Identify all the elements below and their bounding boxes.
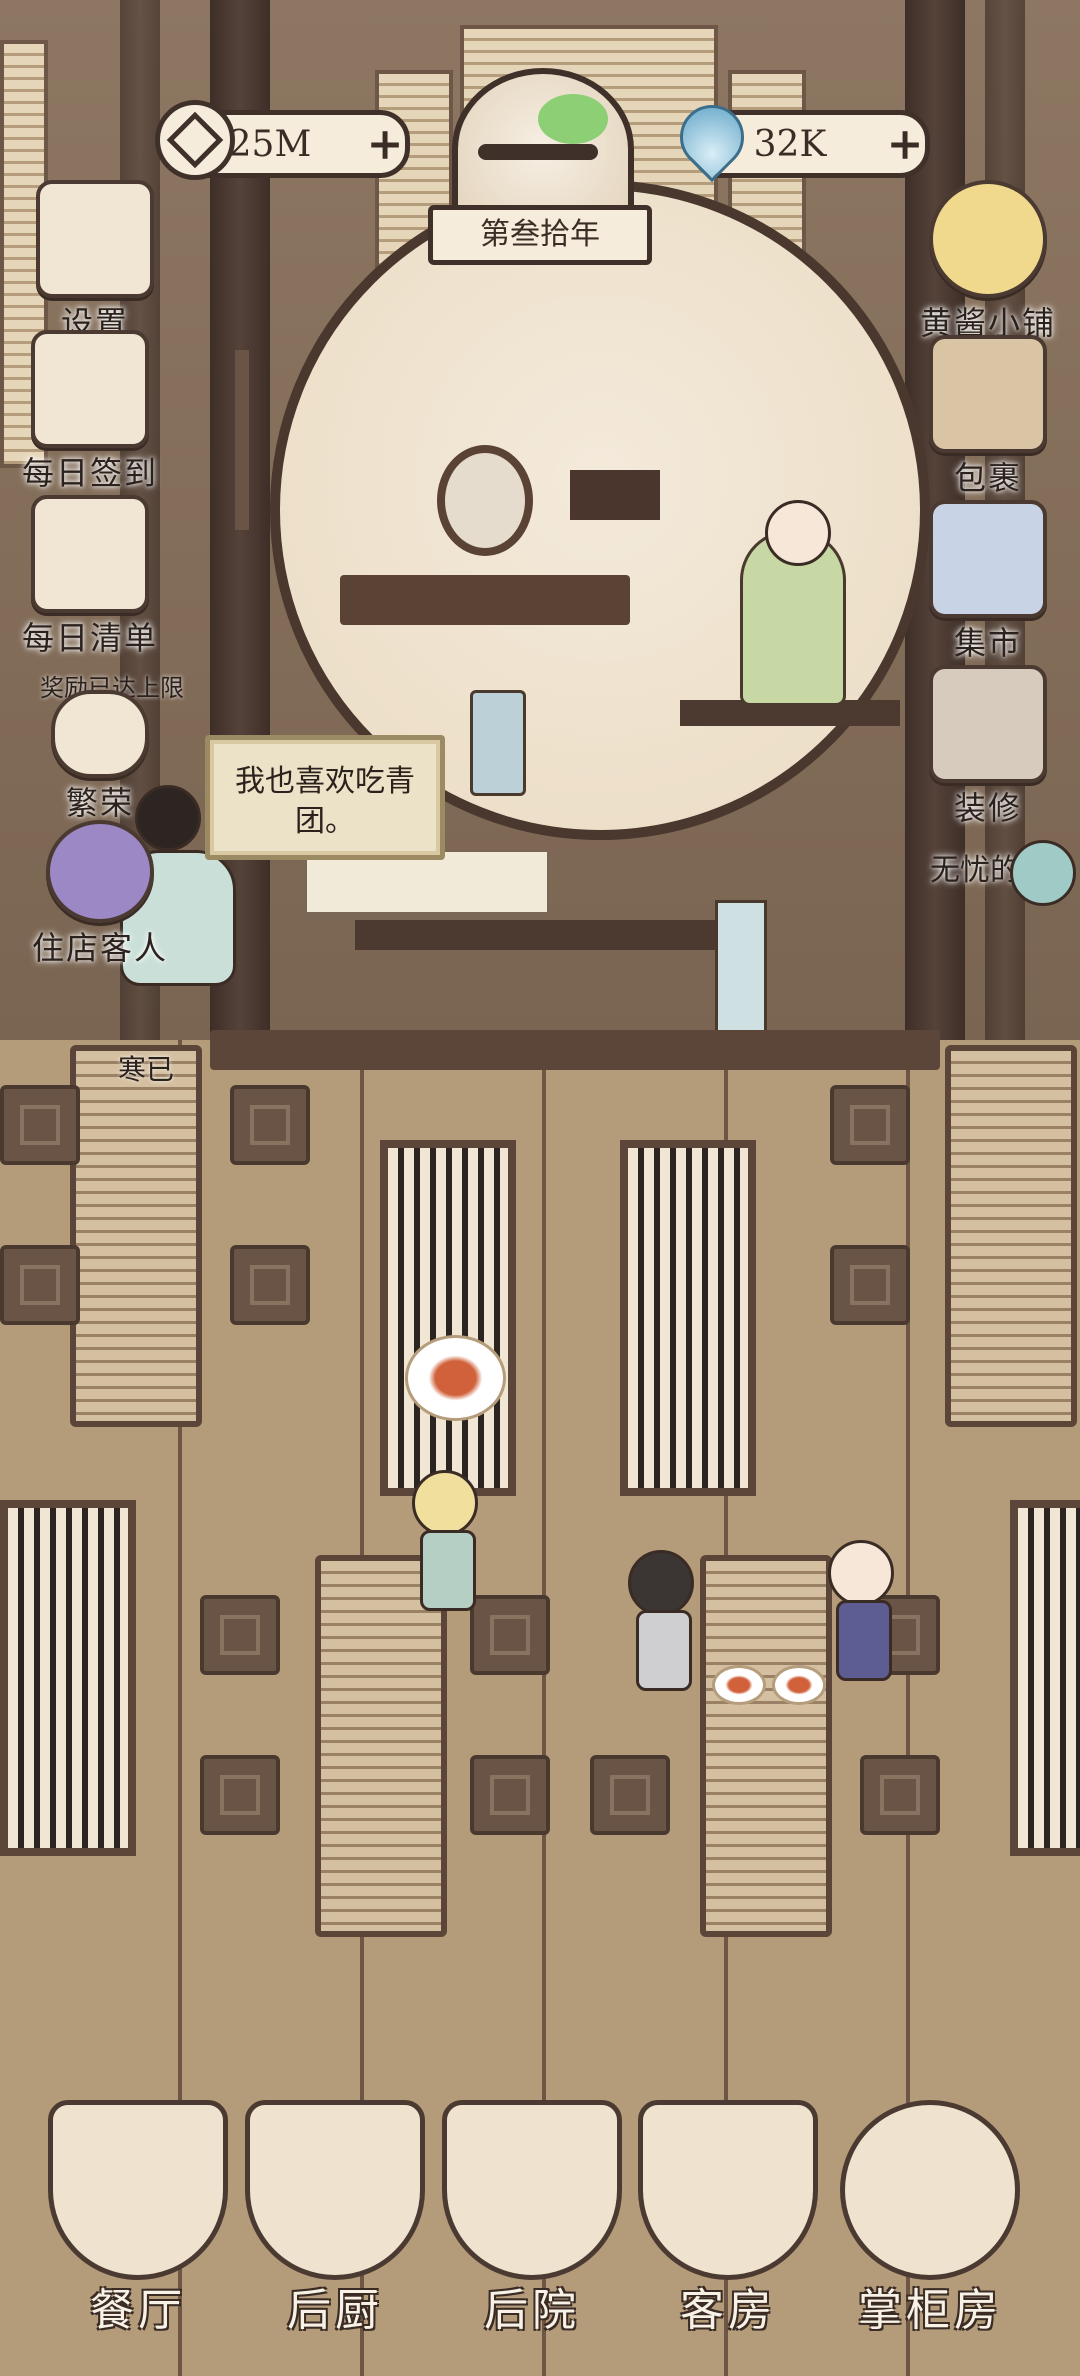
year-label[interactable]: 第叁拾年: [428, 205, 652, 265]
lattice-window-2: [620, 1140, 756, 1496]
menu-market[interactable]: 集市: [888, 500, 1080, 664]
customer-masked-body: [636, 1610, 692, 1691]
customer-grey-hat-head[interactable]: [828, 1540, 894, 1606]
bottom-nav: 餐厅 后厨 后院 客房 掌柜房: [0, 2090, 1080, 2376]
backyard-animals-icon: [442, 2100, 622, 2280]
stool[interactable]: [470, 1595, 550, 1675]
menu-renovate[interactable]: 装修: [888, 665, 1080, 829]
long-table-right-top[interactable]: [945, 1045, 1077, 1427]
daily-checkin-scroll-icon: [31, 330, 149, 448]
nav-restaurant[interactable]: 餐厅: [38, 2090, 238, 2376]
menu-label: 繁荣: [65, 784, 134, 822]
nav-manager-room[interactable]: 掌柜房: [830, 2090, 1030, 2376]
long-table-mid-right[interactable]: [700, 1555, 832, 1937]
menu-sauce-shop[interactable]: 黄酱小铺: [888, 180, 1080, 344]
stool[interactable]: [0, 1245, 80, 1325]
settings-cube-icon: [36, 180, 154, 298]
guest-name-tag: 寒已: [118, 1053, 175, 1086]
served-dish[interactable]: [405, 1335, 506, 1421]
stool[interactable]: [0, 1085, 80, 1165]
kitchen-crane-icon: [245, 2100, 425, 2280]
stool[interactable]: [590, 1755, 670, 1835]
speech-bubble[interactable]: 我也喜欢吃青团。: [205, 735, 445, 860]
menu-label: 集市: [953, 624, 1022, 662]
menu-label: 包裹: [953, 459, 1022, 497]
long-table-mid-left[interactable]: [315, 1555, 447, 1937]
customer-grey-hat-body: [836, 1600, 892, 1681]
guest-bag-icon: [46, 820, 154, 923]
long-table-left-top[interactable]: [70, 1045, 202, 1427]
menu-bag[interactable]: 包裹: [888, 335, 1080, 499]
market-stall-icon: [929, 500, 1047, 618]
nav-label: 后院: [484, 2285, 580, 2336]
water-drop-icon: [666, 91, 758, 183]
guest-room-icon: [638, 2100, 818, 2280]
menu-label: 每日签到: [21, 454, 158, 492]
basket-bag-icon: [929, 335, 1047, 453]
served-dish[interactable]: [772, 1665, 826, 1705]
stool[interactable]: [830, 1245, 910, 1325]
nav-label: 掌柜房: [858, 2285, 1002, 2336]
nav-kitchen[interactable]: 后厨: [235, 2090, 435, 2376]
wall-brush: [235, 350, 249, 530]
stool[interactable]: [200, 1755, 280, 1835]
stool[interactable]: [230, 1085, 310, 1165]
add-coins-icon[interactable]: +: [365, 119, 405, 170]
coin-icon: [155, 100, 235, 180]
lattice-window-3: [0, 1500, 136, 1856]
stool[interactable]: [470, 1755, 550, 1835]
menu-label: 装修: [953, 789, 1022, 827]
nav-label: 餐厅: [90, 2285, 186, 2336]
daily-list-book-icon: [31, 495, 149, 613]
add-gems-icon[interactable]: +: [885, 119, 925, 170]
stool[interactable]: [830, 1085, 910, 1165]
stool[interactable]: [860, 1755, 940, 1835]
menu-label: 每日清单: [21, 619, 158, 657]
menu-daily-checkin[interactable]: 每日签到: [0, 330, 190, 494]
served-dish[interactable]: [712, 1665, 766, 1705]
hammer-renovate-icon: [929, 665, 1047, 783]
prosperity-coins-icon: [51, 690, 149, 778]
nav-backyard[interactable]: 后院: [432, 2090, 632, 2376]
side-shelf: [570, 470, 660, 520]
lattice-window-1: [380, 1140, 516, 1496]
customer-blonde-head[interactable]: [412, 1470, 478, 1536]
shop-keeper-icon: [929, 180, 1047, 298]
menu-prosperity[interactable]: 繁荣: [0, 690, 200, 824]
dresser-table: [340, 575, 630, 625]
menu-label: 住店客人: [31, 929, 168, 967]
scholar-head: [765, 500, 831, 566]
nav-label: 客房: [680, 2285, 776, 2336]
stage-edge: [210, 1030, 940, 1070]
lotus-leaf-icon: [1010, 840, 1076, 906]
counter-shelf: [355, 920, 745, 950]
menu-settings[interactable]: 设置: [0, 180, 195, 344]
lattice-window-4: [1010, 1500, 1080, 1856]
customer-blonde-body: [420, 1530, 476, 1611]
restaurant-food-icon: [48, 2100, 228, 2280]
stool[interactable]: [230, 1245, 310, 1325]
customer-masked-head[interactable]: [628, 1550, 694, 1616]
stool[interactable]: [200, 1595, 280, 1675]
menu-inn-guests[interactable]: 住店客人: [0, 820, 200, 969]
nav-guest-room[interactable]: 客房: [628, 2090, 828, 2376]
brush-pot: [470, 690, 526, 796]
nav-label: 后厨: [287, 2285, 383, 2336]
vase: [715, 900, 767, 1046]
manager-room-icon: [840, 2100, 1020, 2280]
round-mirror: [437, 445, 533, 556]
menu-daily-list[interactable]: 每日清单: [0, 495, 190, 659]
